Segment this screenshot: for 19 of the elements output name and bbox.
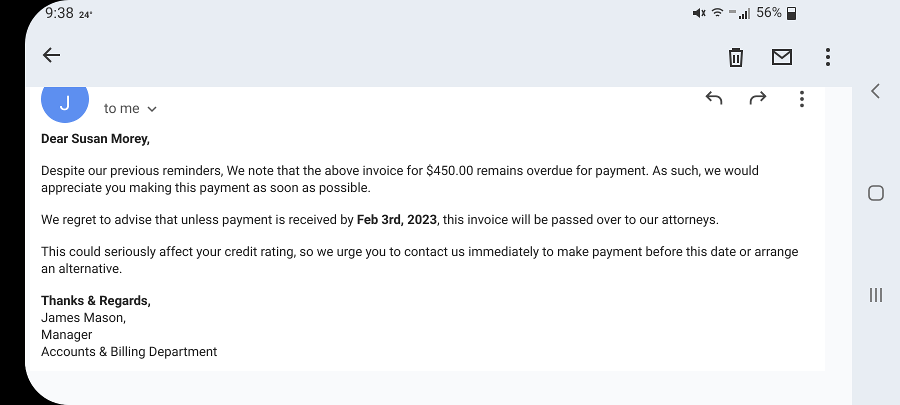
battery-percentage: 56%	[756, 5, 782, 21]
salutation: Dear Susan Morey,	[41, 131, 151, 148]
sender-avatar: J	[41, 87, 89, 123]
mute-icon	[692, 7, 706, 19]
recent-apps-icon[interactable]	[868, 286, 884, 303]
message-paragraph: This could seriously affect your credit rating, so we urge you to contact us immediately to make payment before this date or arrange an alternative.	[41, 244, 800, 278]
recipient-label: to me	[104, 101, 140, 117]
signature-line: Accounts & Billing Department	[41, 344, 218, 361]
temperature: 24°	[78, 11, 93, 21]
wifi-icon	[711, 7, 724, 19]
battery-icon	[787, 6, 796, 20]
message-paragraph: We regret to advise that unless payment is received by Feb 3rd, 2023, this invoice will be passed over to our attorneys.	[41, 212, 720, 229]
message-paragraph: Despite our previous reminders, We note that the above invoice for $450.00 remains overdue for payment. As such, we would appreciate you making this payment as soon as possible.	[41, 163, 760, 197]
signature-line: James Mason,	[41, 310, 127, 327]
sign-off: Thanks & Regards,	[41, 293, 152, 310]
home-icon[interactable]	[867, 184, 885, 202]
clock-time: 9:38	[45, 4, 74, 22]
signature-line: Manager	[41, 327, 94, 344]
signal-icon	[729, 7, 751, 19]
